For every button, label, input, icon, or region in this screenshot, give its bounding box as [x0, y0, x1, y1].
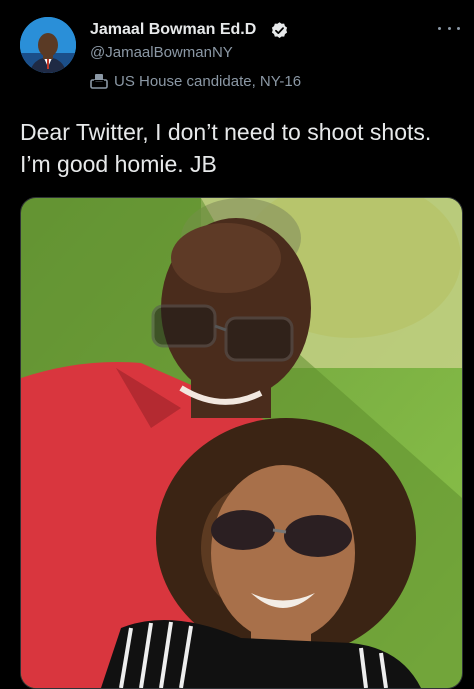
more-options-icon[interactable]: [438, 21, 460, 35]
candidate-label: US House candidate, NY-16: [90, 72, 301, 90]
author-handle[interactable]: @JamaalBowmanNY: [90, 44, 233, 61]
avatar-image: [20, 17, 76, 73]
selfie-photo: [21, 198, 462, 688]
candidate-label-text: US House candidate, NY-16: [114, 72, 302, 90]
ballot-box-icon: [90, 74, 108, 89]
author-name[interactable]: Jamaal Bowman Ed.D: [90, 21, 256, 39]
verified-badge-icon: [271, 22, 288, 39]
author-avatar[interactable]: [20, 17, 76, 73]
tweet-photo[interactable]: [20, 197, 463, 689]
tweet-text: Dear Twitter, I don’t need to shoot shot…: [20, 119, 432, 177]
